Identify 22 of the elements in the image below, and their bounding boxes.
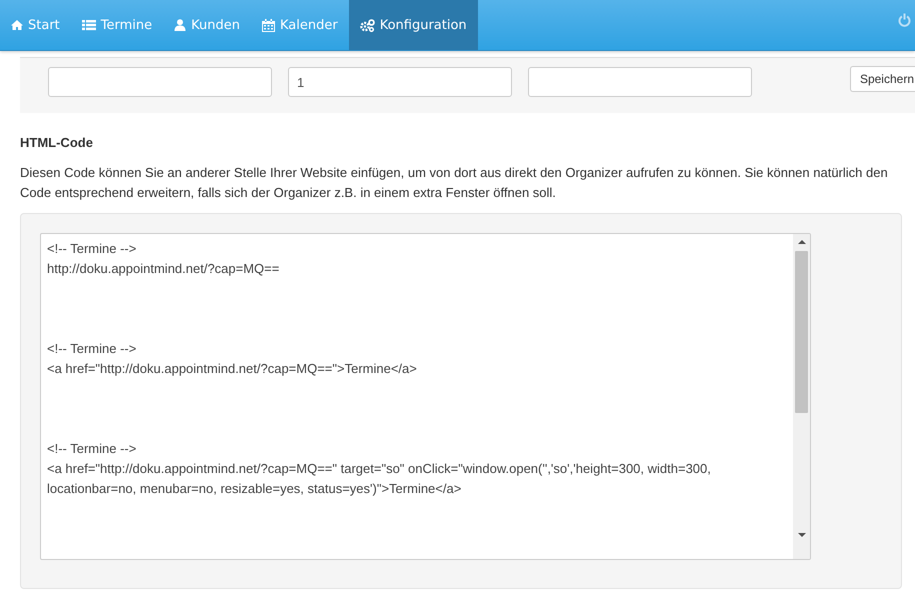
nav-tab[interactable]: Termine [70,0,164,50]
save-button[interactable]: Speichern [850,66,915,92]
section-description: Diesen Code können Sie an anderer Stelle Ihrer Website einfügen, um von dort aus direkt den Organizer aufrufen zu können. Sie können natürlich den Code entsprechend erweitern, falls sich der Organizer z.B. in einem extra Fenster öffnen soll. [20,164,889,202]
calendar-icon [262,18,275,32]
input-field[interactable]: 1 [288,67,512,97]
scroll-thumb[interactable] [795,251,808,413]
input-field[interactable] [528,67,752,97]
power-icon[interactable] [898,13,911,27]
scrollbar[interactable] [793,234,810,559]
input-field[interactable] [48,67,272,97]
nav-tab[interactable]: Start [0,0,71,50]
nav-tab[interactable]: Kunden [163,0,251,50]
scroll-down-icon[interactable] [798,533,806,537]
home-icon [11,19,23,31]
list-icon [82,19,96,31]
section-title: HTML-Code [20,135,94,151]
user-icon [174,19,186,31]
scroll-up-icon[interactable] [798,240,806,244]
nav-tab[interactable]: Kalender [250,0,349,50]
nav-tab[interactable]: Konfiguration [348,0,478,50]
gears-icon [360,18,375,32]
code-area[interactable]: <!-- Termine --> http://doku.appointmind.net/?cap=MQ== <!-- Termine --> <a href="http://doku.appointmind.net/?cap=MQ==">Termine</a> <!-- Termine --> <a href="http://doku.appointmind.net/?cap=MQ==" target="so" onClick="window.open('','so','height=300, width=300, locationbar=no, menubar=no, resizable=yes, status=yes')">Termine</a> [40,233,811,560]
